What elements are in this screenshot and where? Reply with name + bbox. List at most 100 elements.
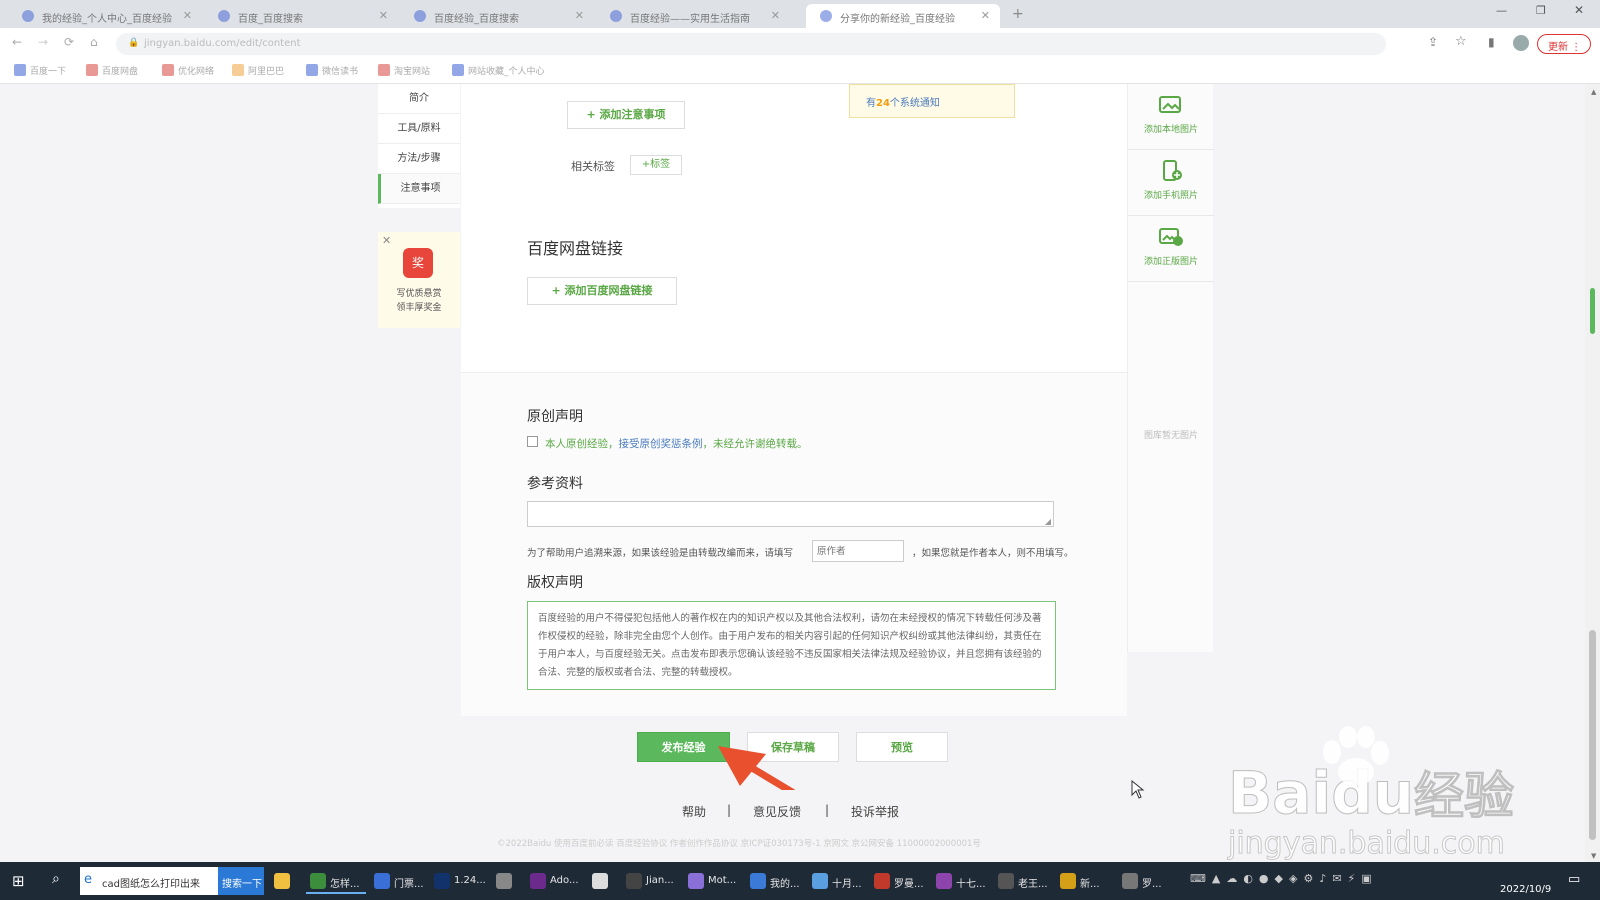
taskbar-app[interactable]: Jian... (622, 868, 678, 894)
nav-item-intro[interactable]: 简介 (378, 84, 460, 114)
taskbar-app[interactable]: 怎样... (306, 868, 366, 894)
copyright-title: 版权声明 (527, 575, 583, 591)
empty-gallery-text: 图库暂无图片 (1143, 431, 1198, 441)
image-icon (1159, 96, 1181, 113)
reward-promo[interactable]: ✕ 奖 写优质悬赏 领丰厚奖金 (378, 232, 460, 328)
windows-start-icon[interactable]: ⊞ (12, 872, 25, 890)
browser-tab[interactable]: 百度经验_百度搜索 ✕ (400, 4, 594, 28)
taskbar-app[interactable]: Ado... (526, 868, 582, 894)
reference-input[interactable]: ◢ (527, 501, 1054, 527)
add-note-button[interactable]: + 添加注意事项 (567, 101, 685, 129)
browser-tab[interactable]: 百度_百度搜索 ✕ (204, 4, 398, 28)
original-checkbox[interactable] (527, 436, 538, 447)
taskbar-app[interactable]: Mot... (684, 868, 740, 894)
original-author-input[interactable] (812, 540, 904, 562)
footer-divider: | (727, 803, 732, 817)
new-tab-icon[interactable]: + (1012, 6, 1024, 22)
back-icon[interactable]: ← (12, 35, 22, 49)
taskbar-app[interactable]: 新... (1056, 868, 1112, 894)
bookmark-item[interactable]: 阿里巴巴 (232, 64, 284, 77)
close-tab-icon[interactable]: ✕ (771, 9, 780, 22)
nav-item-tools[interactable]: 工具/原料 (378, 114, 460, 144)
close-tab-icon[interactable]: ✕ (575, 9, 584, 22)
baidu-favicon-icon (414, 10, 426, 22)
licensed-image-icon (1159, 228, 1183, 246)
bookmark-item[interactable]: 百度一下 (14, 64, 66, 77)
scrollbar-thumb[interactable] (1589, 630, 1596, 840)
nav-item-notes[interactable]: 注意事项 (378, 174, 460, 204)
add-local-image-button[interactable]: 添加本地图片 (1128, 84, 1214, 150)
footer-divider: | (825, 803, 830, 817)
close-window-icon[interactable]: ✕ (1574, 3, 1584, 17)
add-pan-link-button[interactable]: + 添加百度网盘链接 (527, 277, 677, 305)
baidu-favicon-icon (820, 10, 832, 22)
system-tray-icons[interactable]: ⌨▲☁◐●◆◈⚙♪✉⚡▣ (1190, 872, 1378, 885)
system-notice[interactable]: 有24个系统通知 (849, 84, 1015, 118)
paw-watermark-icon (1323, 726, 1389, 786)
footer-link-feedback[interactable]: 意见反馈 (753, 803, 801, 820)
close-tab-icon[interactable]: ✕ (379, 9, 388, 22)
minimize-icon[interactable]: — (1496, 4, 1507, 17)
add-phone-photo-button[interactable]: 添加手机照片 (1128, 150, 1214, 216)
close-tab-icon[interactable]: ✕ (981, 9, 990, 22)
bookmark-item[interactable]: 百度网盘 (86, 64, 138, 77)
watermark-url: jingyan.baidu.com (1228, 826, 1506, 862)
add-tag-button[interactable]: +标签 (630, 155, 682, 175)
close-tab-icon[interactable]: ✕ (183, 9, 192, 22)
taskbar-app[interactable]: 门票... (370, 868, 426, 894)
resize-handle-icon[interactable]: ◢ (1045, 517, 1051, 526)
add-licensed-image-button[interactable]: 添加正版图片 (1128, 216, 1214, 282)
original-title: 原创声明 (527, 409, 583, 425)
phone-add-icon (1163, 160, 1182, 181)
lock-icon: 🔒 (128, 38, 140, 48)
browser-tab[interactable]: 我的经验_个人中心_百度经验 ✕ (8, 4, 202, 28)
taskbar-app[interactable]: 十月... (808, 868, 864, 894)
share-icon[interactable]: ⇪ (1428, 35, 1438, 49)
taskbar-date: 2022/10/9 (1500, 884, 1552, 895)
scroll-up-icon[interactable]: ▲ (1591, 88, 1596, 96)
taskbar-app[interactable]: 老王... (994, 868, 1050, 894)
notice-count: 24 (876, 98, 890, 109)
forward-icon[interactable]: → (38, 35, 48, 49)
update-button[interactable]: 更新 ⋮ (1537, 34, 1591, 54)
taskbar-search-input[interactable]: e cad图纸怎么打印出来 (80, 867, 218, 895)
browser-tab-active[interactable]: 分享你的新经验_百度经验 ✕ (806, 4, 1000, 28)
browser-tab[interactable]: 百度经验——实用生活指南 ✕ (596, 4, 790, 28)
taskbar-app[interactable]: 罗... (1118, 868, 1174, 894)
scroll-down-icon[interactable]: ▼ (1591, 852, 1596, 860)
footer-link-help[interactable]: 帮助 (682, 803, 706, 820)
bookmark-item[interactable]: 微信读书 (306, 64, 358, 77)
taskbar-app[interactable]: 十七... (932, 868, 988, 894)
promo-text: 领丰厚奖金 (396, 303, 442, 313)
bookmark-item[interactable]: 淘宝网站 (378, 64, 430, 77)
taskbar-app[interactable] (588, 868, 618, 894)
taskbar-app[interactable] (492, 868, 522, 894)
footer-link-report[interactable]: 投诉举报 (851, 803, 899, 820)
bookmark-item[interactable]: 优化网络 (162, 64, 214, 77)
taskbar-search-button[interactable]: 搜索一下 (218, 867, 264, 895)
pan-section-title: 百度网盘链接 (527, 239, 624, 258)
taskbar-app[interactable]: 1.24... (430, 868, 486, 894)
original-rules-link[interactable]: 接受原创奖惩条例 (619, 438, 703, 450)
copyright-textbox[interactable]: 百度经验的用户不得侵犯包括他人的著作权在内的知识产权以及其他合法权利，请勿在未经… (527, 601, 1056, 690)
home-icon[interactable]: ⌂ (90, 35, 98, 49)
bookmark-star-icon[interactable]: ☆ (1455, 34, 1467, 49)
footer-copyright: ©2022Baidu 使用百度前必读 百度经验协议 作者创作作品协议 京ICP证… (497, 839, 981, 849)
taskbar-file-explorer[interactable] (270, 868, 300, 894)
address-bar[interactable]: 🔒 jingyan.baidu.com/edit/content (116, 33, 1386, 55)
nav-item-steps[interactable]: 方法/步骤 (378, 144, 460, 174)
taskbar-app[interactable]: 罗曼... (870, 868, 926, 894)
reload-icon[interactable]: ⟳ (64, 35, 74, 49)
taskbar-search-icon[interactable]: ⌕ (52, 871, 60, 887)
notification-center-icon[interactable]: ▭ (1568, 872, 1580, 887)
close-promo-icon[interactable]: ✕ (382, 234, 391, 247)
progress-indicator (1590, 288, 1595, 334)
ie-icon: e (84, 872, 92, 887)
tags-label: 相关标签 (571, 160, 615, 173)
bookmark-item[interactable]: 网站收藏_个人中心 (452, 64, 545, 77)
restore-icon[interactable]: ❐ (1536, 4, 1546, 17)
profile-avatar[interactable] (1513, 35, 1529, 51)
side-panel-icon[interactable]: ▮ (1488, 35, 1495, 49)
taskbar-app[interactable]: 我的... (746, 868, 802, 894)
mouse-cursor-icon (1131, 780, 1145, 799)
